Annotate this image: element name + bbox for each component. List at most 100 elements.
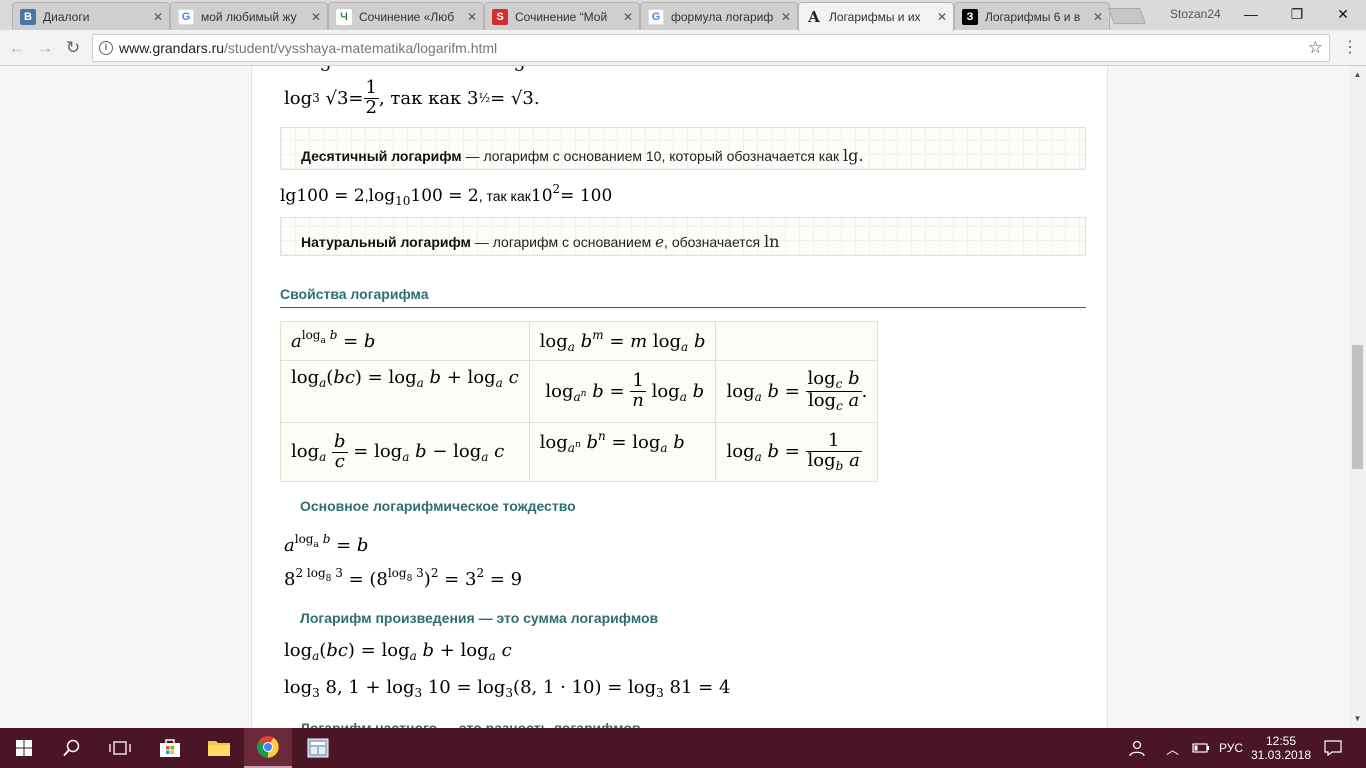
close-icon[interactable]: ✕ <box>617 10 639 24</box>
clock-date: 31.03.2018 <box>1250 748 1312 762</box>
tab-essay-2[interactable]: S Сочинение “Мой ✕ <box>484 2 640 30</box>
battery-icon[interactable] <box>1192 728 1210 768</box>
properties-table: aloga b = b loga bm = m loga b loga(bc) … <box>280 321 879 482</box>
section-title-properties: Свойства логарифма <box>280 286 1086 308</box>
close-icon[interactable]: ✕ <box>147 10 169 24</box>
definition-term: Десятичный логарифм <box>301 148 462 164</box>
formula: loga b = logc b logc a. <box>726 368 868 413</box>
close-icon[interactable]: ✕ <box>305 10 327 24</box>
definition-text: — логарифм с основанием 10, который обоз… <box>461 148 844 164</box>
file-explorer-icon[interactable] <box>195 728 243 768</box>
close-icon[interactable]: ✕ <box>461 10 483 24</box>
math-text: 10 <box>530 186 553 206</box>
formula: logan bn = loga b <box>539 429 685 455</box>
chrome-icon[interactable] <box>244 728 292 768</box>
definition-text: , обозначается <box>664 234 765 250</box>
math-text: √3 <box>325 87 349 109</box>
windows-start-icon[interactable] <box>0 728 48 768</box>
clipped-denominator: 5 <box>320 66 331 76</box>
definition-natural-log: Натуральный логарифм — логарифм с основа… <box>280 217 1086 256</box>
close-window-button[interactable]: ✕ <box>1320 0 1366 28</box>
math-symbol: lg. <box>843 146 864 165</box>
scrollbar-thumb[interactable] <box>1352 345 1363 469</box>
tab-google-1[interactable]: G мой любимый жу ✕ <box>170 2 328 30</box>
tab-dialogs[interactable]: В Диалоги ✕ <box>12 2 170 30</box>
table-cell: loga(bc) = loga b + loga c <box>280 360 530 423</box>
language-indicator[interactable]: РУС <box>1219 728 1243 768</box>
scroll-up-arrow-icon[interactable]: ▲ <box>1349 70 1366 79</box>
math-sub: 10 <box>395 194 411 208</box>
math-text: = <box>348 87 364 109</box>
close-icon[interactable]: ✕ <box>1087 10 1109 24</box>
menu-dots-icon[interactable]: ⋮ <box>1340 37 1360 59</box>
tab-essay-1[interactable]: Ч Сочинение «Люб ✕ <box>328 2 484 30</box>
close-icon[interactable]: ✕ <box>775 10 797 24</box>
formula: logan b = 1n loga b <box>539 370 705 411</box>
google-icon: G <box>178 8 194 25</box>
clock[interactable]: 12:55 31.03.2018 <box>1250 728 1312 768</box>
minimize-button[interactable]: — <box>1228 0 1274 28</box>
definition-decimal-log: Десятичный логарифм — логарифм с основан… <box>280 127 1086 170</box>
definition-text: — логарифм с основанием <box>470 234 656 250</box>
app-window-icon[interactable] <box>294 728 342 768</box>
formula: log3 8, 1 + log3 10 = log3(8, 1 · 10) = … <box>284 677 731 700</box>
url-path: /student/vysshaya-matematika/logarifm.ht… <box>224 40 498 56</box>
text: , так как <box>478 188 531 204</box>
znanija-icon: З <box>962 8 978 25</box>
table-cell: loga b = 1 logb a <box>715 422 879 482</box>
address-bar[interactable]: i www.grandars.ru/student/vysshaya-matem… <box>92 34 1330 62</box>
math-text: log <box>368 186 396 206</box>
clipped-denominator: 5 <box>514 66 525 76</box>
formula: aloga b = b <box>284 532 369 556</box>
tab-logarithms-active[interactable]: A Логарифмы и их ✕ <box>798 2 954 31</box>
url-text[interactable]: www.grandars.ru/student/vysshaya-matemat… <box>119 35 497 61</box>
tab-title: формула логариф <box>671 9 774 24</box>
new-tab-button[interactable] <box>1108 8 1146 24</box>
bookmark-star-icon[interactable]: ☆ <box>1308 35 1323 61</box>
task-view-icon[interactable] <box>96 728 144 768</box>
maximize-button[interactable]: ❐ <box>1274 0 1320 28</box>
windows-taskbar: ︿ РУС 12:55 31.03.2018 <box>0 728 1366 768</box>
table-cell <box>715 321 879 361</box>
people-icon[interactable] <box>1128 728 1146 768</box>
math-text: lg100 = 2 <box>280 186 365 206</box>
formula: loga bc = loga b − loga c <box>291 430 505 472</box>
browser-toolbar: ← → ↻ i www.grandars.ru/student/vysshaya… <box>0 30 1366 66</box>
tab-title: Логарифмы и их <box>829 10 921 24</box>
numerator: 1 <box>363 76 379 99</box>
formula: aloga b = b <box>291 328 376 352</box>
page-viewport: 5 5 log 3 √3 = 12 , так как 3½ = √3. Деся… <box>0 66 1349 728</box>
back-arrow-icon[interactable]: ← <box>6 37 28 59</box>
search-icon[interactable] <box>48 728 96 768</box>
tab-title: Сочинение «Люб <box>359 9 455 24</box>
tab-znanija[interactable]: З Логарифмы 6 и в ✕ <box>954 2 1110 30</box>
close-icon[interactable]: ✕ <box>931 10 953 24</box>
vertical-scrollbar[interactable]: ▲ ▼ <box>1349 66 1366 728</box>
url-domain: www.grandars.ru <box>119 40 225 56</box>
tab-title: Диалоги <box>43 9 90 24</box>
table-cell: logan b = 1n loga b <box>528 360 717 423</box>
reload-icon[interactable]: ↻ <box>62 37 84 59</box>
formula: 82 log8 3 = (8log8 3)2 = 32 = 9 <box>284 566 523 590</box>
info-icon[interactable]: i <box>99 41 113 55</box>
formula: loga(bc) = loga b + loga c <box>284 640 512 663</box>
profile-name[interactable]: Stozan24 <box>1170 7 1221 21</box>
scroll-down-arrow-icon[interactable]: ▼ <box>1349 714 1366 723</box>
store-icon[interactable] <box>146 728 194 768</box>
math-symbol: e <box>655 233 665 251</box>
clock-time: 12:55 <box>1265 734 1297 748</box>
formula: loga(bc) = loga b + loga c <box>291 367 519 390</box>
leaf-icon: Ч <box>336 8 352 25</box>
table-cell: logan bn = loga b <box>528 422 717 482</box>
forward-arrow-icon[interactable]: → <box>34 37 56 59</box>
tab-title: Логарифмы 6 и в <box>985 9 1081 24</box>
notifications-icon[interactable] <box>1324 728 1342 768</box>
subheading-identity: Основное логарифмическое тождество <box>300 498 576 514</box>
math-text: , так как 3 <box>378 87 479 109</box>
google-icon: G <box>648 8 664 25</box>
chevron-up-icon[interactable]: ︿ <box>1166 728 1179 768</box>
formula: loga b = 1 logb a <box>726 429 862 473</box>
math-text: 100 = 2 <box>410 186 479 206</box>
tab-google-2[interactable]: G формула логариф ✕ <box>640 2 798 30</box>
table-cell: loga bm = m loga b <box>528 321 717 361</box>
